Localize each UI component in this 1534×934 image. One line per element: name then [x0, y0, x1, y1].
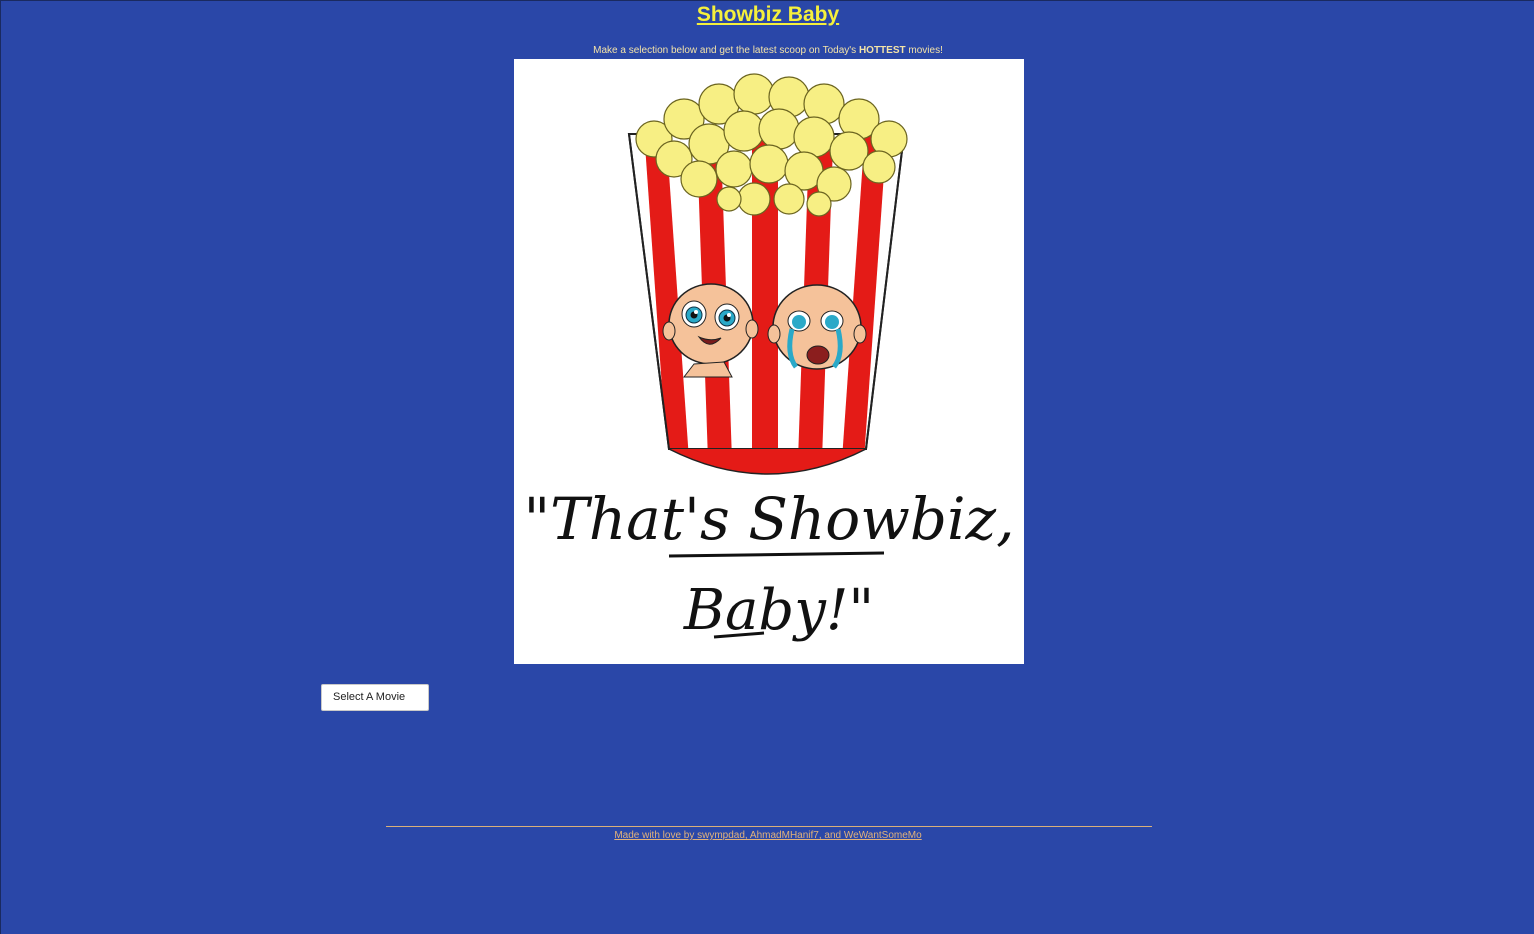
handwritten-caption-line2: Baby!" [683, 578, 874, 643]
tagline-emphasis: HOTTEST [858, 45, 906, 56]
footer-credit-link[interactable]: Made with love by swympdad, AhmadMHanif7… [1, 830, 1534, 841]
hero-image: "That's Showbiz, Baby!" [514, 59, 1024, 664]
tagline-start: Make a selection below and get the lates… [593, 45, 859, 56]
footer-divider [386, 826, 1152, 827]
handwritten-caption-line1: "That's Showbiz, [523, 485, 1014, 553]
tagline: Make a selection below and get the lates… [1, 45, 1534, 56]
page: Showbiz Baby Make a selection below and … [0, 0, 1534, 934]
tagline-end: movies! [905, 45, 943, 56]
select-movie-dropdown[interactable]: Select A Movie [321, 684, 429, 711]
site-title-link[interactable]: Showbiz Baby [1, 3, 1534, 27]
